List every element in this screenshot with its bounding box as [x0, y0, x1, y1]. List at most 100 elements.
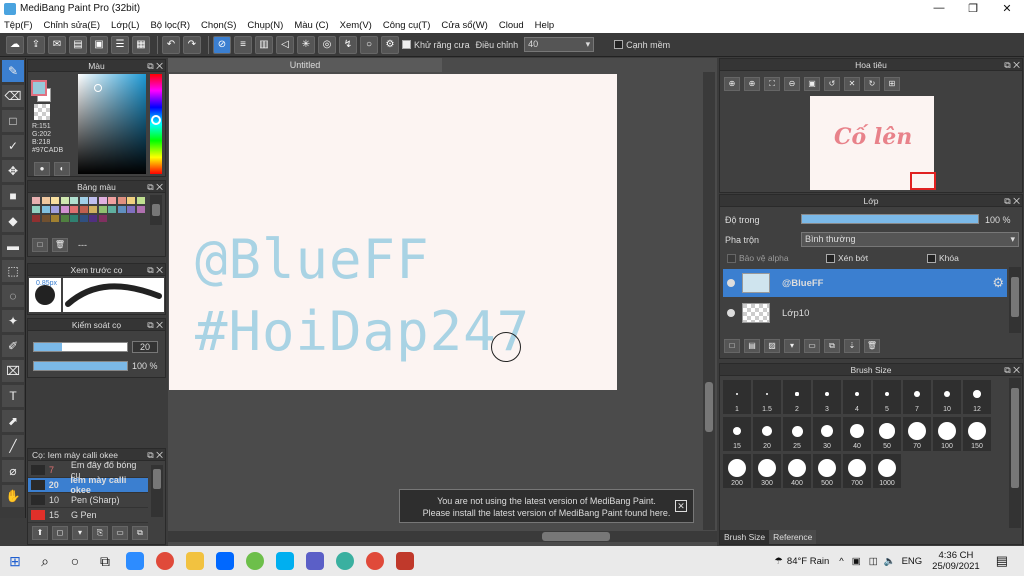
panel-controls-icon[interactable]: ⧉ ✕	[147, 60, 163, 72]
palette-swatch[interactable]	[89, 197, 97, 204]
transparent-swatch[interactable]	[34, 104, 50, 120]
magic-wand-tool-icon[interactable]: ✦	[2, 310, 24, 332]
zoom-in-small-icon[interactable]: ⊕	[744, 77, 760, 91]
new-layer-menu-icon[interactable]: ▾	[784, 339, 800, 353]
panel-controls-icon[interactable]: ⧉ ✕	[1004, 364, 1020, 376]
menu-select[interactable]: Chọn(S)	[201, 20, 236, 31]
blend-mode-select[interactable]: Bình thường	[801, 232, 1019, 247]
gradient-tool-icon[interactable]: ▬	[2, 235, 24, 257]
palette-swatch[interactable]	[98, 206, 107, 213]
list-icon[interactable]: ☰	[111, 35, 129, 54]
lock-toggle[interactable]: Khóa	[927, 253, 959, 264]
settings-gear-icon[interactable]: ⚙	[381, 35, 399, 54]
brush-size-scrollbar[interactable]	[1009, 378, 1021, 528]
new-halftone-layer-icon[interactable]: ▤	[744, 339, 760, 353]
radial-snap-icon[interactable]: ✳	[297, 35, 315, 54]
text-tool-icon[interactable]: T	[2, 385, 24, 407]
comment-icon[interactable]: ✉	[48, 35, 66, 54]
brush-size-preset[interactable]: 7	[903, 380, 931, 414]
clipping-toggle[interactable]: Xén bớt	[826, 253, 868, 264]
palette-swatch[interactable]	[98, 197, 107, 204]
panel-controls-icon[interactable]: ⧉ ✕	[147, 264, 163, 276]
palette-swatch[interactable]	[70, 206, 78, 213]
palette-swatch[interactable]	[51, 206, 59, 213]
hue-handle[interactable]	[151, 115, 161, 125]
task-view-icon[interactable]: ⧉	[90, 546, 120, 576]
palette-swatch[interactable]	[136, 206, 145, 213]
maximize-button[interactable]: ❐	[956, 2, 990, 15]
flip-icon[interactable]: ✕	[844, 77, 860, 91]
palette-swatch[interactable]	[60, 215, 69, 222]
menu-layer[interactable]: Lớp(L)	[111, 20, 139, 31]
saturation-value-picker[interactable]	[78, 74, 146, 174]
merge-layer-icon[interactable]: ⇣	[844, 339, 860, 353]
grid-icon[interactable]: ▤	[69, 35, 87, 54]
panel-controls-icon[interactable]: ⧉ ✕	[147, 181, 163, 193]
fit-icon[interactable]: ⛶	[764, 77, 780, 91]
rotate-right-icon[interactable]: ↻	[864, 77, 880, 91]
select-tool-icon[interactable]: ⬚	[2, 260, 24, 282]
zoom-out-icon[interactable]: ⊖	[784, 77, 800, 91]
protect-alpha-toggle[interactable]: Bảo vệ alpha	[727, 253, 789, 264]
document-tab[interactable]: Untitled	[168, 58, 442, 72]
divide-tool-icon[interactable]: ╱	[2, 435, 24, 457]
palette-swatch[interactable]	[98, 215, 107, 222]
medibang-icon[interactable]	[330, 546, 360, 576]
zalo-icon[interactable]	[210, 546, 240, 576]
chrome-icon[interactable]	[150, 546, 180, 576]
brush-item-selected[interactable]: 20 Iem mày calli okee	[28, 475, 148, 495]
weather-text[interactable]: 84°F Rain	[787, 556, 829, 567]
palette-swatch[interactable]	[108, 197, 116, 204]
brush-opacity-slider[interactable]	[33, 361, 128, 371]
brush-size-preset[interactable]: 5	[873, 380, 901, 414]
cortana-icon[interactable]: ○	[60, 546, 90, 576]
foreground-color-swatch[interactable]	[31, 80, 47, 96]
eyedropper-tool-icon[interactable]: ⌀	[2, 460, 24, 482]
brush-size-preset[interactable]: 10	[933, 380, 961, 414]
layer-settings-gear-icon[interactable]: ⚙	[992, 275, 1004, 291]
palette-swatch[interactable]	[41, 206, 50, 213]
palette-swatch[interactable]	[41, 215, 50, 222]
coccoc-icon[interactable]	[240, 546, 270, 576]
update-notification[interactable]: You are not using the latest version of …	[399, 489, 694, 523]
brush-size-preset[interactable]: 2	[783, 380, 811, 414]
skype-icon[interactable]	[270, 546, 300, 576]
tray-overflow-icon[interactable]: ^	[839, 556, 843, 567]
brush-size-preset[interactable]: 3	[813, 380, 841, 414]
brush-size-preset[interactable]: 700	[843, 454, 871, 488]
visibility-icon[interactable]	[727, 309, 735, 317]
soft-edge-checkbox[interactable]	[614, 40, 624, 49]
new-layer-icon[interactable]: □	[724, 339, 740, 353]
brush-size-preset[interactable]: 20	[753, 417, 781, 451]
color-picker-handle[interactable]	[94, 84, 102, 92]
pen-tool-icon[interactable]: ✓	[2, 135, 24, 157]
ellipse-snap-icon[interactable]: ○	[360, 35, 378, 54]
brush-size-preset[interactable]: 4	[843, 380, 871, 414]
navigator-viewport-rect[interactable]	[910, 172, 936, 190]
no-snap-icon[interactable]: ⊘	[213, 35, 231, 54]
redo-icon[interactable]: ↷	[183, 35, 201, 54]
brush-add-icon[interactable]: ⬆	[32, 526, 48, 540]
antialias-toggle[interactable]: Khử răng cưa	[402, 40, 470, 50]
layer-list-scrollbar[interactable]	[1009, 267, 1021, 333]
eraser-tool-icon[interactable]: ⌫	[2, 85, 24, 107]
page-icon[interactable]: ▣	[90, 35, 108, 54]
notification-close-button[interactable]: ✕	[675, 500, 687, 512]
weather-icon[interactable]: ☂	[774, 556, 783, 567]
move-tool-icon[interactable]: ✥	[2, 160, 24, 182]
brush-size-preset[interactable]: 40	[843, 417, 871, 451]
lasso-tool-icon[interactable]: ◌	[2, 285, 24, 307]
undo-icon[interactable]: ↶	[162, 35, 180, 54]
brush-item[interactable]: 10 Pen (Sharp)	[28, 493, 148, 508]
menu-window[interactable]: Cửa sổ(W)	[441, 20, 487, 31]
brush-size-preset[interactable]: 200	[723, 454, 751, 488]
palette-swatch[interactable]	[117, 197, 126, 204]
palette-swatch[interactable]	[108, 206, 116, 213]
palette-swatch[interactable]	[79, 206, 88, 213]
dot-tool-icon[interactable]: □	[2, 110, 24, 132]
select-eraser-tool-icon[interactable]: ⌧	[2, 360, 24, 382]
palette-add-icon[interactable]: □	[32, 238, 48, 252]
visibility-icon[interactable]	[727, 279, 735, 287]
menu-filter[interactable]: Bộ lọc(R)	[150, 20, 190, 31]
palette-scrollbar[interactable]	[150, 195, 162, 225]
